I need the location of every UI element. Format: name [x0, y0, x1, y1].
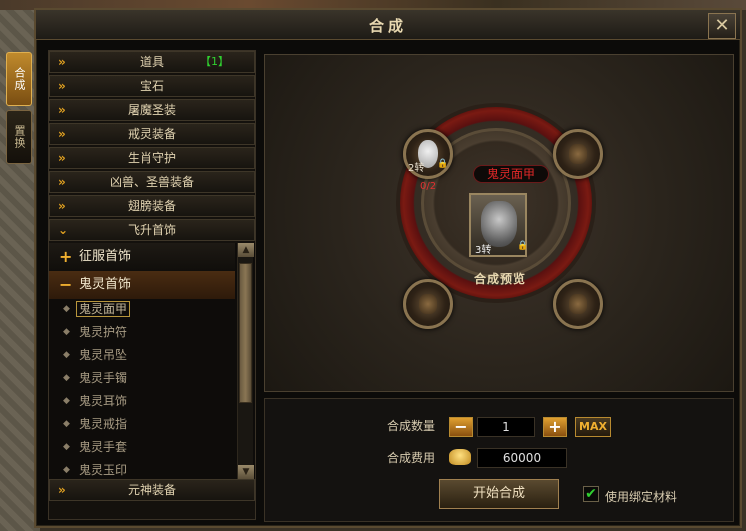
group-label: 鬼灵首饰 — [79, 277, 132, 292]
category-item-props[interactable]: » 道具 【1】 — [49, 51, 255, 73]
synthesis-controls: 合成数量 − 1 + MAX 合成费用 60000 开始合成 ✔ 使用绑定材料 — [264, 398, 734, 522]
category-item-soul[interactable]: » 元神装备 — [49, 479, 255, 501]
material-count: 0/2 — [420, 181, 437, 192]
lock-icon: 🔒 — [437, 159, 449, 169]
diamond-icon: ◆ — [63, 373, 70, 383]
category-label: 道具 — [139, 55, 164, 69]
material-slot-4[interactable] — [553, 279, 603, 329]
close-button[interactable]: ✕ — [708, 13, 736, 39]
category-label: 凶兽、圣兽装备 — [109, 175, 194, 189]
category-label: 宝石 — [139, 79, 164, 93]
quantity-input[interactable]: 1 — [477, 417, 535, 437]
diamond-icon: ◆ — [63, 442, 70, 452]
gold-ingot-icon — [449, 449, 471, 465]
chevron-down-icon: ⌄ — [58, 223, 69, 237]
start-synthesis-button[interactable]: 开始合成 — [439, 479, 559, 509]
scroll-up-icon[interactable]: ▲ — [238, 243, 254, 257]
arrow-icon: » — [58, 103, 66, 117]
synthesis-panel: 2转 🔒 0/2 鬼灵面甲 3转 🔒 合成预览 — [264, 54, 734, 392]
tab-synthesis[interactable]: 合成 — [6, 52, 32, 106]
qty-label: 合成数量 — [387, 419, 436, 433]
item-label: 鬼灵玉印 — [79, 463, 128, 477]
item-label: 鬼灵戒指 — [79, 417, 128, 431]
item-label: 鬼灵面甲 — [76, 301, 131, 317]
arrow-icon: » — [58, 175, 66, 189]
category-count: 【1】 — [200, 55, 229, 68]
diamond-icon: ◆ — [63, 419, 70, 429]
diamond-icon: ◆ — [63, 465, 70, 475]
item-label: 鬼灵吊坠 — [79, 348, 128, 362]
increase-button[interactable]: + — [543, 417, 567, 437]
arrow-icon: » — [58, 151, 66, 165]
material-slot-3[interactable] — [403, 279, 453, 329]
category-label: 屠魔圣装 — [127, 103, 176, 117]
arrow-icon: » — [58, 79, 66, 93]
category-label: 飞升首饰 — [127, 223, 176, 237]
target-name: 鬼灵面甲 — [473, 165, 549, 183]
scroll-thumb[interactable] — [239, 263, 252, 403]
list-item[interactable]: ◆ 鬼灵手镯 — [49, 368, 235, 391]
max-button[interactable]: MAX — [575, 417, 611, 437]
bind-material-checkbox[interactable]: ✔ — [583, 486, 599, 502]
preview-label: 合成预览 — [473, 272, 526, 286]
synthesis-window: 合成 ✕ » 道具 【1】 » 宝石 » 屠魔圣装 » 戒灵装备 » 生肖守护 … — [34, 8, 742, 528]
list-item[interactable]: ◆ 鬼灵面甲 — [49, 299, 235, 322]
group-label: 征服首饰 — [79, 249, 132, 264]
arrow-icon: » — [58, 127, 66, 141]
scrollbar[interactable]: ▲ ▼ — [237, 243, 254, 479]
material-slot-2[interactable] — [553, 129, 603, 179]
sub-list: + 征服首饰 − 鬼灵首饰 ◆ 鬼灵面甲 ◆ 鬼灵护符 ◆ 鬼灵吊坠 ◆ 鬼灵手… — [49, 243, 255, 479]
category-label: 翅膀装备 — [127, 199, 176, 213]
titlebar: 合成 ✕ — [36, 10, 740, 40]
window-title: 合成 — [368, 17, 407, 35]
diamond-icon: ◆ — [63, 327, 70, 337]
category-list: » 道具 【1】 » 宝石 » 屠魔圣装 » 戒灵装备 » 生肖守护 » 凶兽、… — [48, 50, 256, 520]
diamond-icon: ◆ — [63, 396, 70, 406]
synthesis-scene: 2转 🔒 0/2 鬼灵面甲 3转 🔒 合成预览 — [265, 55, 733, 391]
group-ghost[interactable]: − 鬼灵首饰 — [49, 271, 235, 299]
beast-face-icon — [569, 294, 587, 314]
category-item-beast[interactable]: » 凶兽、圣兽装备 — [49, 171, 255, 193]
bind-material-label: 使用绑定材料 — [605, 490, 678, 504]
category-item-wings[interactable]: » 翅膀装备 — [49, 195, 255, 217]
cost-label: 合成费用 — [387, 451, 436, 465]
category-item-gem[interactable]: » 宝石 — [49, 75, 255, 97]
result-slot[interactable]: 3转 🔒 — [469, 193, 529, 257]
cost-value: 60000 — [477, 448, 567, 468]
category-item-ascension[interactable]: ⌄ 飞升首饰 — [49, 219, 255, 241]
arrow-icon: » — [58, 483, 66, 497]
side-tabs: 合成 置换 — [6, 52, 32, 168]
list-item[interactable]: ◆ 鬼灵手套 — [49, 437, 235, 460]
category-item-zodiac[interactable]: » 生肖守护 — [49, 147, 255, 169]
beast-face-icon — [569, 144, 587, 164]
lock-icon: 🔒 — [517, 241, 529, 251]
list-item[interactable]: ◆ 鬼灵戒指 — [49, 414, 235, 437]
category-label: 元神装备 — [127, 483, 176, 497]
item-label: 鬼灵护符 — [79, 325, 128, 339]
arrow-icon: » — [58, 55, 66, 69]
beast-face-icon — [419, 294, 437, 314]
arrow-icon: » — [58, 199, 66, 213]
list-item[interactable]: ◆ 鬼灵护符 — [49, 322, 235, 345]
diamond-icon: ◆ — [63, 304, 70, 314]
material-level: 2转 — [408, 163, 425, 174]
list-item[interactable]: ◆ 鬼灵吊坠 — [49, 345, 235, 368]
item-label: 鬼灵手套 — [79, 440, 128, 454]
diamond-icon: ◆ — [63, 350, 70, 360]
decrease-button[interactable]: − — [449, 417, 473, 437]
plus-icon: + — [59, 247, 73, 266]
tab-replace[interactable]: 置换 — [6, 110, 32, 164]
minus-icon: − — [59, 275, 73, 294]
group-conquer[interactable]: + 征服首饰 — [49, 243, 235, 271]
category-label: 戒灵装备 — [127, 127, 176, 141]
result-level: 3转 — [475, 245, 492, 256]
category-item-ring-spirit[interactable]: » 戒灵装备 — [49, 123, 255, 145]
item-label: 鬼灵手镯 — [79, 371, 128, 385]
category-item-demon-set[interactable]: » 屠魔圣装 — [49, 99, 255, 121]
list-item[interactable]: ◆ 鬼灵耳饰 — [49, 391, 235, 414]
category-label: 生肖守护 — [127, 151, 176, 165]
item-label: 鬼灵耳饰 — [79, 394, 128, 408]
scroll-down-icon[interactable]: ▼ — [238, 465, 254, 479]
